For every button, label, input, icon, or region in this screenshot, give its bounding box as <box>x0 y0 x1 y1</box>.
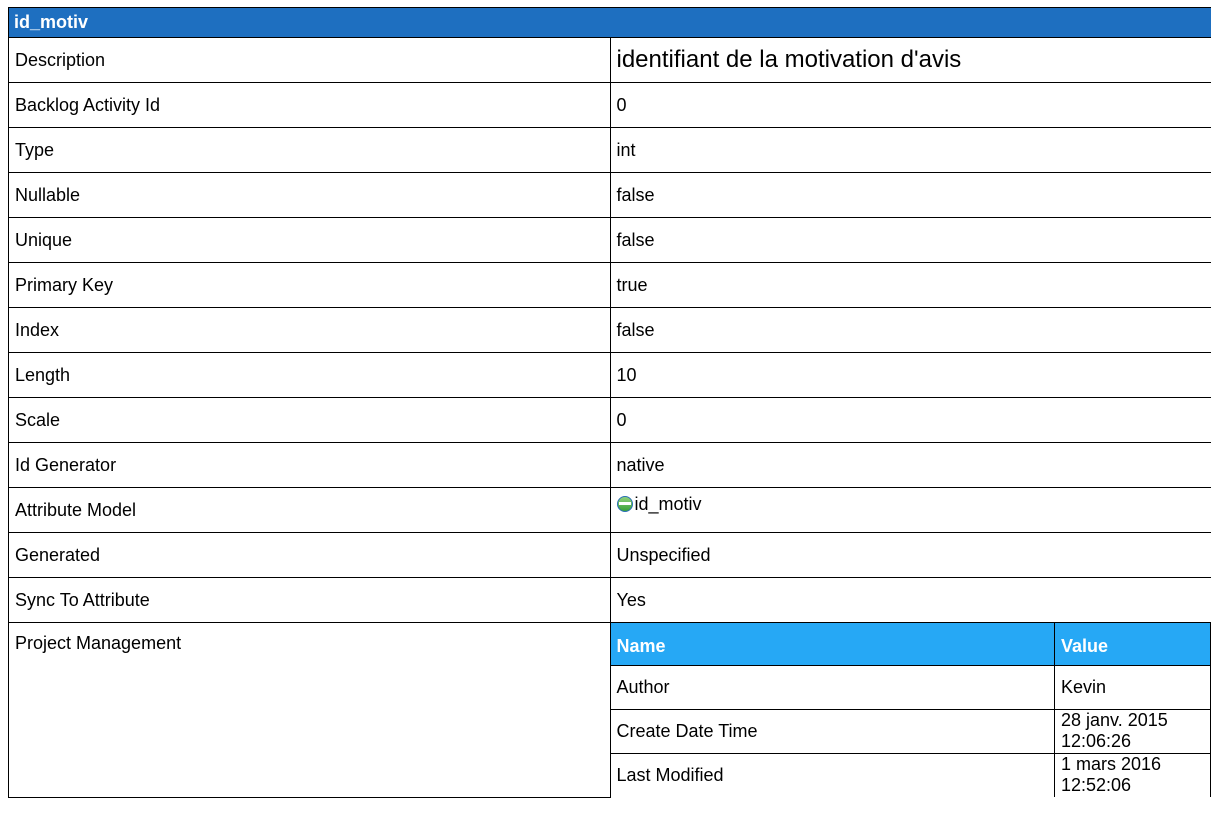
pm-value-cell: 1 mars 2016 12:52:06 <box>1054 753 1211 797</box>
pm-column-header-name: Name <box>610 623 1055 666</box>
property-key: Sync To Attribute <box>8 577 611 623</box>
property-value: int <box>609 127 1211 173</box>
property-row-unique: Unique false <box>8 217 1211 263</box>
property-row-project-management: Project Management Name Value Author Kev… <box>8 622 1211 798</box>
property-value: native <box>609 442 1211 488</box>
property-value: 0 <box>609 397 1211 443</box>
property-row-primary-key: Primary Key true <box>8 262 1211 308</box>
property-value: Yes <box>609 577 1211 623</box>
property-row-index: Index false <box>8 307 1211 353</box>
property-key: Type <box>8 127 611 173</box>
property-key: Index <box>8 307 611 353</box>
property-value: 10 <box>609 352 1211 398</box>
property-value: false <box>609 217 1211 263</box>
property-key: Backlog Activity Id <box>8 82 611 128</box>
table-row: Last Modified 1 mars 2016 12:52:06 <box>610 753 1211 797</box>
property-key: Attribute Model <box>8 487 611 533</box>
property-key: Primary Key <box>8 262 611 308</box>
pm-value-cell: 28 janv. 2015 12:06:26 <box>1054 709 1211 754</box>
property-key: Length <box>8 352 611 398</box>
project-management-cell: Name Value Author Kevin Create Date Time… <box>609 622 1211 797</box>
property-row-nullable: Nullable false <box>8 172 1211 218</box>
table-row: Create Date Time 28 janv. 2015 12:06:26 <box>610 709 1211 754</box>
properties-panel: id_motiv Description identifiant de la m… <box>8 7 1211 798</box>
property-row-backlog-activity-id: Backlog Activity Id 0 <box>8 82 1211 128</box>
attribute-model-link[interactable]: id_motiv <box>635 494 702 514</box>
property-row-type: Type int <box>8 127 1211 173</box>
pm-value-cell: Kevin <box>1054 665 1211 710</box>
property-value: 0 <box>609 82 1211 128</box>
table-header-row: id_motiv <box>8 7 1211 38</box>
property-value: Unspecified <box>609 532 1211 578</box>
project-management-table: Name Value Author Kevin Create Date Time… <box>610 623 1211 797</box>
property-key: Description <box>8 37 611 83</box>
property-row-sync-to-attribute: Sync To Attribute Yes <box>8 577 1211 623</box>
property-row-scale: Scale 0 <box>8 397 1211 443</box>
pm-header-row: Name Value <box>610 623 1211 666</box>
table-title: id_motiv <box>8 7 1211 38</box>
pm-name-cell: Author <box>610 665 1055 710</box>
property-row-description: Description identifiant de la motivation… <box>8 37 1211 83</box>
property-key: Nullable <box>8 172 611 218</box>
property-key: Generated <box>8 532 611 578</box>
table-row: Author Kevin <box>610 665 1211 710</box>
attribute-icon <box>616 496 633 512</box>
property-value-attribute-model: id_motiv <box>609 487 1211 533</box>
properties-table: id_motiv Description identifiant de la m… <box>8 7 1211 798</box>
pm-column-header-value: Value <box>1054 623 1211 666</box>
property-key: Unique <box>8 217 611 263</box>
property-value: true <box>609 262 1211 308</box>
property-row-attribute-model: Attribute Model id_motiv <box>8 487 1211 533</box>
property-row-length: Length 10 <box>8 352 1211 398</box>
pm-name-cell: Create Date Time <box>610 709 1055 754</box>
property-value: false <box>609 172 1211 218</box>
property-key: Project Management <box>8 622 611 798</box>
property-row-generated: Generated Unspecified <box>8 532 1211 578</box>
pm-name-cell: Last Modified <box>610 753 1055 797</box>
property-value: identifiant de la motivation d'avis <box>609 37 1211 83</box>
property-key: Id Generator <box>8 442 611 488</box>
property-row-id-generator: Id Generator native <box>8 442 1211 488</box>
property-value: false <box>609 307 1211 353</box>
property-key: Scale <box>8 397 611 443</box>
